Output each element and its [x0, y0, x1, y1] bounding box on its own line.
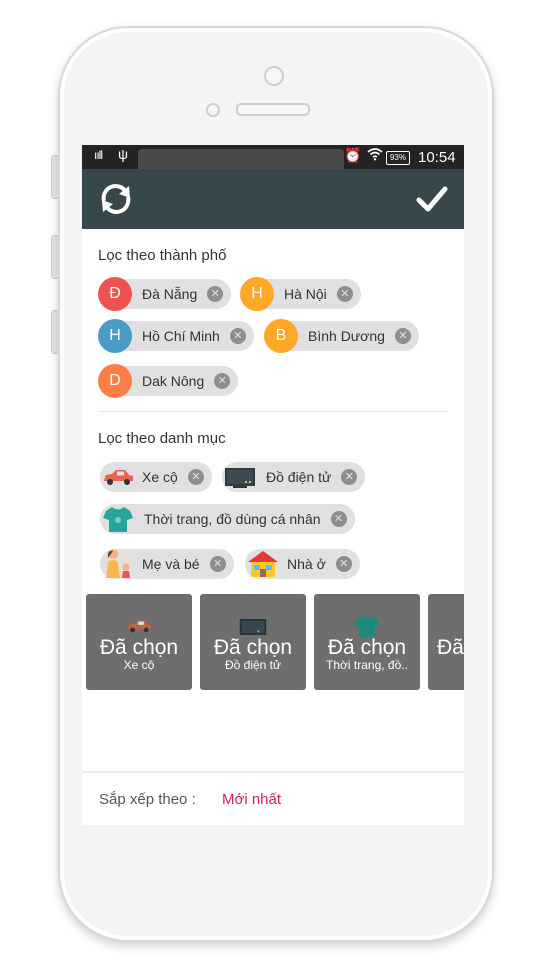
category-chip-label: Nhà ở — [287, 556, 326, 572]
category-chip-nha-o[interactable]: Nhà ở ✕ — [245, 549, 360, 579]
city-chip-ha-noi[interactable]: H Hà Nội ✕ — [240, 277, 361, 311]
selected-card-status: Đã chọn — [213, 636, 293, 659]
city-chip-label: Hồ Chí Minh — [142, 328, 220, 344]
city-chip-ho-chi-minh[interactable]: H Hồ Chí Minh ✕ — [98, 319, 254, 353]
front-camera — [264, 66, 284, 86]
remove-chip-icon[interactable]: ✕ — [330, 511, 347, 527]
status-time: 10:54 — [418, 149, 456, 166]
city-avatar: H — [98, 319, 132, 353]
city-chip-binh-duong[interactable]: B Bình Dương ✕ — [264, 319, 419, 353]
selected-card-thoi-trang[interactable]: Đã chọn Thời trang, đồ.. — [314, 594, 420, 690]
alarm-icon: ⏰ — [344, 147, 362, 163]
selected-card-do-dien-tu[interactable]: Đã chọn Đồ điện tử — [200, 594, 306, 690]
city-avatar: D — [98, 364, 132, 398]
footer-divider — [82, 771, 464, 773]
mother-baby-icon — [100, 549, 136, 579]
selected-card-name: Thời trang, đồ.. — [326, 658, 408, 672]
category-filter-title: Lọc theo danh mục — [98, 430, 226, 447]
sort-value-link[interactable]: Mới nhất — [222, 791, 281, 808]
city-chip-dak-nong[interactable]: D Dak Nông ✕ — [98, 364, 239, 398]
category-chip-label: Thời trang, đồ dùng cá nhân — [144, 511, 321, 527]
remove-chip-icon[interactable]: ✕ — [335, 556, 352, 572]
city-avatar: H — [240, 277, 274, 311]
shirt-icon — [100, 504, 136, 534]
selected-card-xe-co[interactable]: Đã chọn Xe cộ — [86, 594, 192, 690]
earpiece-speaker — [236, 103, 310, 116]
selected-card-status: Đã chọn — [327, 636, 407, 659]
city-avatar: Đ — [98, 277, 132, 311]
selected-card-status: Đã chọn — [99, 636, 179, 659]
car-icon — [86, 618, 192, 636]
city-chip-label: Bình Dương — [308, 328, 385, 344]
shirt-icon — [314, 614, 420, 638]
city-filter-title: Lọc theo thành phố — [98, 247, 227, 264]
electronics-icon — [222, 462, 258, 492]
remove-chip-icon[interactable]: ✕ — [341, 469, 358, 485]
app-screen: ııll ψ ⏰ 93% 10:54 Lọc theo thành phố Đ — [82, 145, 464, 825]
status-bar: ııll ψ ⏰ 93% 10:54 — [82, 145, 464, 169]
check-icon[interactable] — [414, 181, 450, 217]
city-chip-label: Đà Nẵng — [142, 286, 198, 302]
category-chip-label: Xe cộ — [142, 469, 178, 485]
category-chip-label: Mẹ và bé — [142, 556, 200, 572]
selected-card-name: Xe cộ — [123, 658, 155, 672]
electronics-icon — [200, 616, 306, 635]
city-chip-label: Dak Nông — [142, 373, 205, 389]
category-chip-thoi-trang[interactable]: Thời trang, đồ dùng cá nhân ✕ — [100, 504, 355, 534]
category-chip-xe-co[interactable]: Xe cộ ✕ — [100, 462, 212, 492]
proximity-sensor — [206, 103, 220, 117]
city-chip-da-nang[interactable]: Đ Đà Nẵng ✕ — [98, 277, 232, 311]
battery-indicator: 93% — [386, 151, 410, 165]
house-icon — [245, 549, 281, 579]
remove-chip-icon[interactable]: ✕ — [394, 328, 411, 344]
remove-chip-icon[interactable]: ✕ — [336, 286, 353, 302]
selected-card-name: Đồ điện tử — [224, 658, 282, 672]
city-chip-label: Hà Nội — [284, 286, 327, 302]
remove-chip-icon[interactable]: ✕ — [209, 556, 226, 572]
selected-card-partial[interactable]: Đã — [428, 594, 464, 690]
selected-category-strip[interactable]: Đã chọn Xe cộ Đã chọn Đồ điện tử Đã chọn… — [86, 594, 464, 690]
sort-label: Sắp xếp theo : — [99, 791, 196, 808]
category-chip-label: Đồ điện tử — [266, 469, 332, 485]
refresh-icon[interactable] — [96, 179, 136, 219]
selected-card-status: Đã — [437, 636, 464, 659]
car-icon — [100, 462, 136, 492]
remove-chip-icon[interactable]: ✕ — [207, 286, 224, 302]
category-chip-do-dien-tu[interactable]: Đồ điện tử ✕ — [222, 462, 366, 492]
notification-area — [138, 149, 344, 169]
section-divider — [98, 411, 448, 412]
wifi-icon — [367, 147, 383, 164]
remove-chip-icon[interactable]: ✕ — [187, 469, 204, 485]
toolbar — [82, 169, 464, 229]
signal-icon: ııll — [94, 148, 103, 162]
remove-chip-icon[interactable]: ✕ — [214, 373, 231, 389]
city-avatar: B — [264, 319, 298, 353]
remove-chip-icon[interactable]: ✕ — [229, 328, 246, 344]
usb-icon: ψ — [118, 146, 128, 162]
category-chip-me-va-be[interactable]: Mẹ và bé ✕ — [100, 549, 234, 579]
